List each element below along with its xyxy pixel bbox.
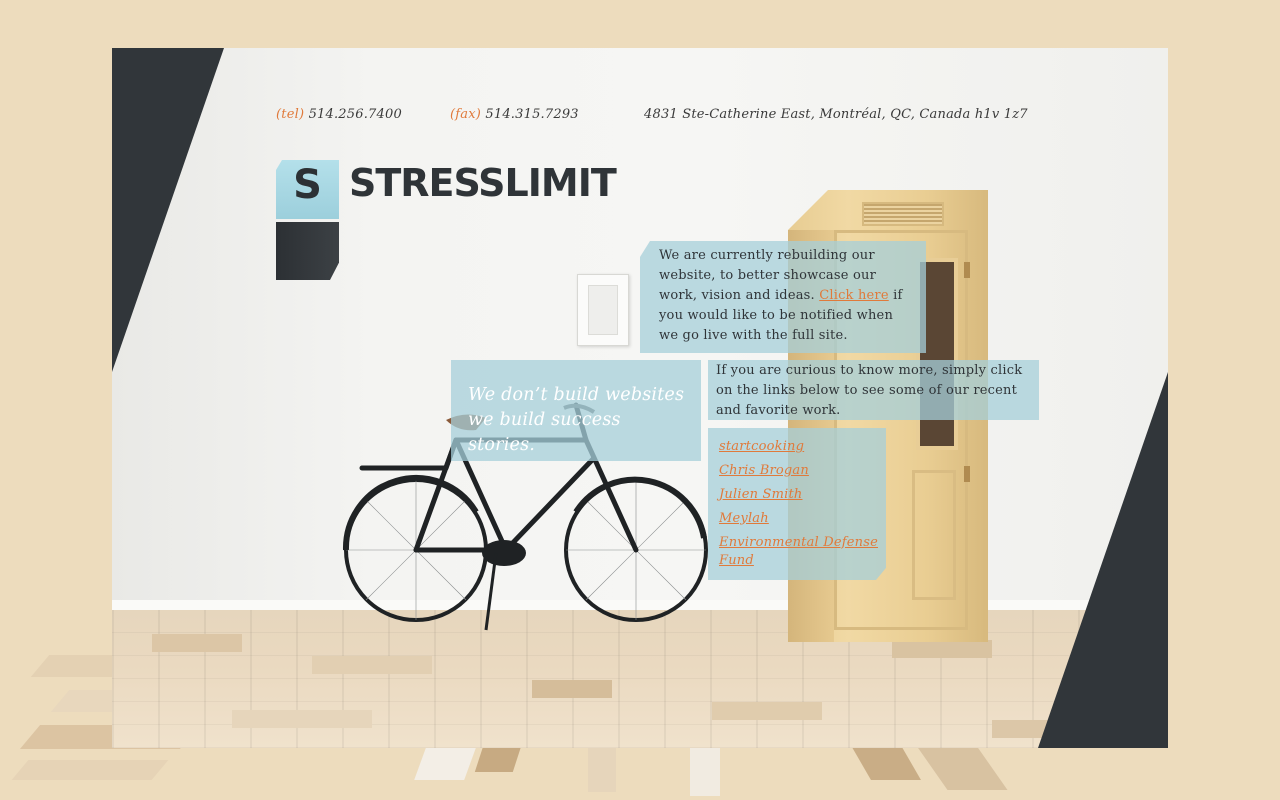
intro-box: We are currently rebuilding our website,… (640, 241, 926, 353)
logo-mark-bottom (276, 222, 339, 280)
tagline-line-2: we build success stories. (468, 410, 621, 455)
fax-label: (fax) (450, 107, 482, 122)
curious-box: If you are curious to know more, simply … (708, 360, 1039, 420)
curious-text: If you are curious to know more, simply … (716, 363, 1023, 418)
work-link-julien-smith[interactable]: Julien Smith (719, 486, 880, 504)
tagline-line-1: We don’t build websites (468, 385, 685, 405)
work-link-environmental-defense-fund[interactable]: Environmental Defense Fund (719, 534, 880, 570)
notify-link[interactable]: Click here (819, 288, 889, 303)
work-link-meylah[interactable]: Meylah (719, 510, 880, 528)
logo-letter: S (293, 162, 322, 208)
door-hinge (964, 262, 970, 278)
floor-shard (11, 760, 169, 780)
tagline-box: We don’t build websites we build success… (451, 360, 701, 461)
work-link-chris-brogan[interactable]: Chris Brogan (719, 462, 880, 480)
tel-label: (tel) (276, 107, 305, 122)
fax-number: 514.315.7293 (485, 107, 579, 122)
floor-shard (588, 748, 616, 792)
fax-contact: (fax) 514.315.7293 (450, 107, 579, 122)
booth-door-panel (912, 470, 956, 600)
work-links-box: startcooking Chris Brogan Julien Smith M… (708, 428, 886, 580)
logo-wordmark[interactable]: STRESSLIMIT (349, 161, 617, 205)
floor-shard (414, 748, 476, 780)
door-hinge (964, 466, 970, 482)
logo-mark[interactable]: S (276, 160, 339, 280)
wall-picture (577, 274, 629, 346)
work-link-startcooking[interactable]: startcooking (719, 438, 880, 456)
floor-shard (690, 740, 720, 796)
tel-number: 514.256.7400 (308, 107, 402, 122)
address: 4831 Ste-Catherine East, Montréal, QC, C… (644, 107, 1028, 122)
phone-contact: (tel) 514.256.7400 (276, 107, 402, 122)
booth-vent (862, 202, 944, 226)
